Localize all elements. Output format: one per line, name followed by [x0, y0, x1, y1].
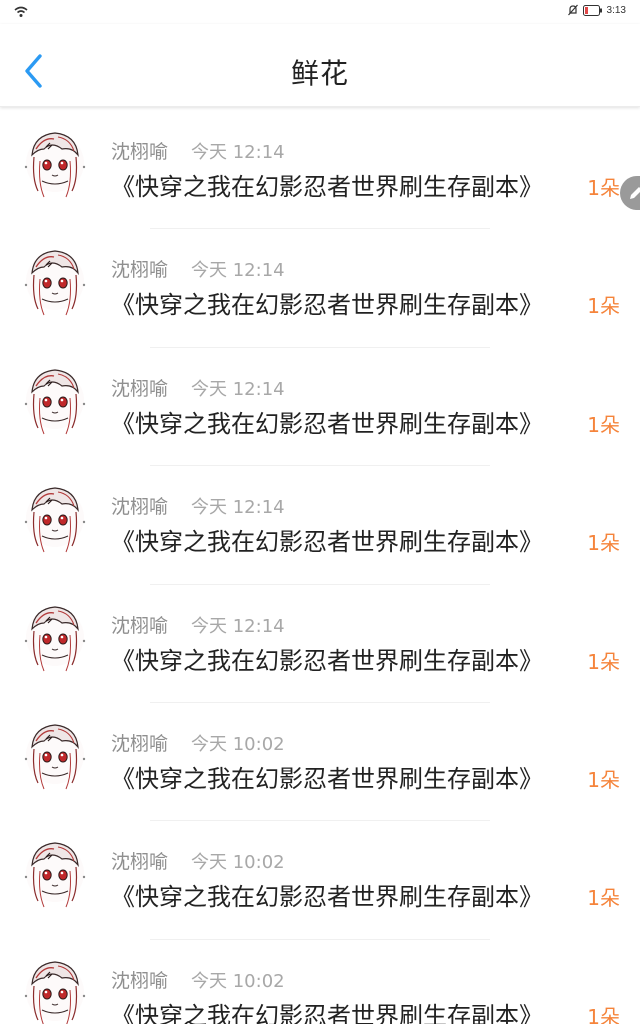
sender-name: 沈栩喻 — [111, 614, 169, 637]
flower-count: 1朵 — [587, 767, 620, 792]
timestamp: 今天 10:02 — [191, 852, 285, 874]
sender-name: 沈栩喻 — [111, 969, 169, 992]
book-title: 《快穿之我在幻影忍者世界刷生存副本》 — [111, 291, 543, 320]
timestamp: 今天 10:02 — [191, 733, 285, 755]
avatar[interactable] — [22, 719, 88, 795]
list-item[interactable]: 沈栩喻 今天 12:14 《快穿之我在幻影忍者世界刷生存副本》 1朵 — [0, 229, 640, 348]
list-item[interactable]: 沈栩喻 今天 10:02 《快穿之我在幻影忍者世界刷生存副本》 1朵 — [0, 821, 640, 940]
wifi-icon — [14, 6, 28, 17]
flower-count: 1朵 — [587, 294, 620, 319]
book-title: 《快穿之我在幻影忍者世界刷生存副本》 — [111, 528, 543, 557]
page-title: 鲜花 — [290, 57, 349, 90]
pencil-icon — [630, 187, 640, 199]
list-item[interactable]: 沈栩喻 今天 12:14 《快穿之我在幻影忍者世界刷生存副本》 1朵 — [0, 466, 640, 585]
book-title: 《快穿之我在幻影忍者世界刷生存副本》 — [111, 173, 543, 201]
timestamp: 今天 12:14 — [191, 260, 285, 282]
list-item[interactable]: 沈栩喻 今天 12:14 《快穿之我在幻影忍者世界刷生存副本》 1朵 — [0, 111, 640, 230]
book-title: 《快穿之我在幻影忍者世界刷生存副本》 — [111, 883, 543, 912]
list-item[interactable]: 沈栩喻 今天 12:14 《快穿之我在幻影忍者世界刷生存副本》 1朵 — [0, 585, 640, 703]
flower-count: 1朵 — [587, 412, 620, 437]
header: 鲜花 — [0, 24, 640, 107]
flower-count: 1朵 — [587, 531, 620, 556]
book-title: 《快穿之我在幻影忍者世界刷生存副本》 — [111, 764, 543, 793]
avatar[interactable] — [22, 601, 88, 677]
avatar[interactable] — [22, 127, 88, 203]
avatar[interactable] — [22, 245, 88, 321]
timestamp: 今天 12:14 — [191, 497, 285, 519]
book-title: 《快穿之我在幻影忍者世界刷生存副本》 — [111, 1001, 543, 1024]
avatar[interactable] — [22, 482, 88, 558]
book-title: 《快穿之我在幻影忍者世界刷生存副本》 — [111, 646, 543, 675]
bell-off-icon — [567, 4, 578, 16]
list-item[interactable]: 沈栩喻 今天 12:14 《快穿之我在幻影忍者世界刷生存副本》 1朵 — [0, 348, 640, 467]
flower-count: 1朵 — [587, 649, 620, 674]
sender-name: 沈栩喻 — [111, 732, 169, 755]
status-time: 3:13 — [606, 4, 626, 16]
flower-count: 1朵 — [587, 886, 620, 911]
screen: 3:13 鲜花 沈栩喻 今天 12:14 《快穿之我在幻影忍者世界刷生存副本》 … — [0, 0, 640, 1024]
battery-low-icon — [582, 4, 602, 16]
sender-name: 沈栩喻 — [111, 851, 169, 874]
avatar[interactable] — [22, 837, 88, 913]
list-item[interactable]: 沈栩喻 今天 10:02 《快穿之我在幻影忍者世界刷生存副本》 1朵 — [0, 940, 640, 1024]
sender-name: 沈栩喻 — [111, 141, 169, 163]
flower-count: 1朵 — [587, 176, 620, 200]
timestamp: 今天 12:14 — [191, 378, 285, 400]
sender-name: 沈栩喻 — [111, 259, 169, 282]
avatar[interactable] — [22, 364, 88, 440]
status-right: 3:13 — [567, 4, 626, 16]
timestamp: 今天 10:02 — [191, 970, 285, 992]
timestamp: 今天 12:14 — [191, 142, 285, 163]
list-item[interactable]: 沈栩喻 今天 10:02 《快穿之我在幻影忍者世界刷生存副本》 1朵 — [0, 703, 640, 822]
status-bar: 3:13 — [0, 0, 640, 24]
sender-name: 沈栩喻 — [111, 496, 169, 519]
avatar[interactable] — [22, 956, 88, 1024]
flower-list: 沈栩喻 今天 12:14 《快穿之我在幻影忍者世界刷生存副本》 1朵 沈栩喻 今… — [0, 111, 640, 1024]
sender-name: 沈栩喻 — [111, 377, 169, 400]
flower-count: 1朵 — [587, 1004, 620, 1024]
book-title: 《快穿之我在幻影忍者世界刷生存副本》 — [111, 409, 543, 438]
timestamp: 今天 12:14 — [191, 615, 285, 637]
